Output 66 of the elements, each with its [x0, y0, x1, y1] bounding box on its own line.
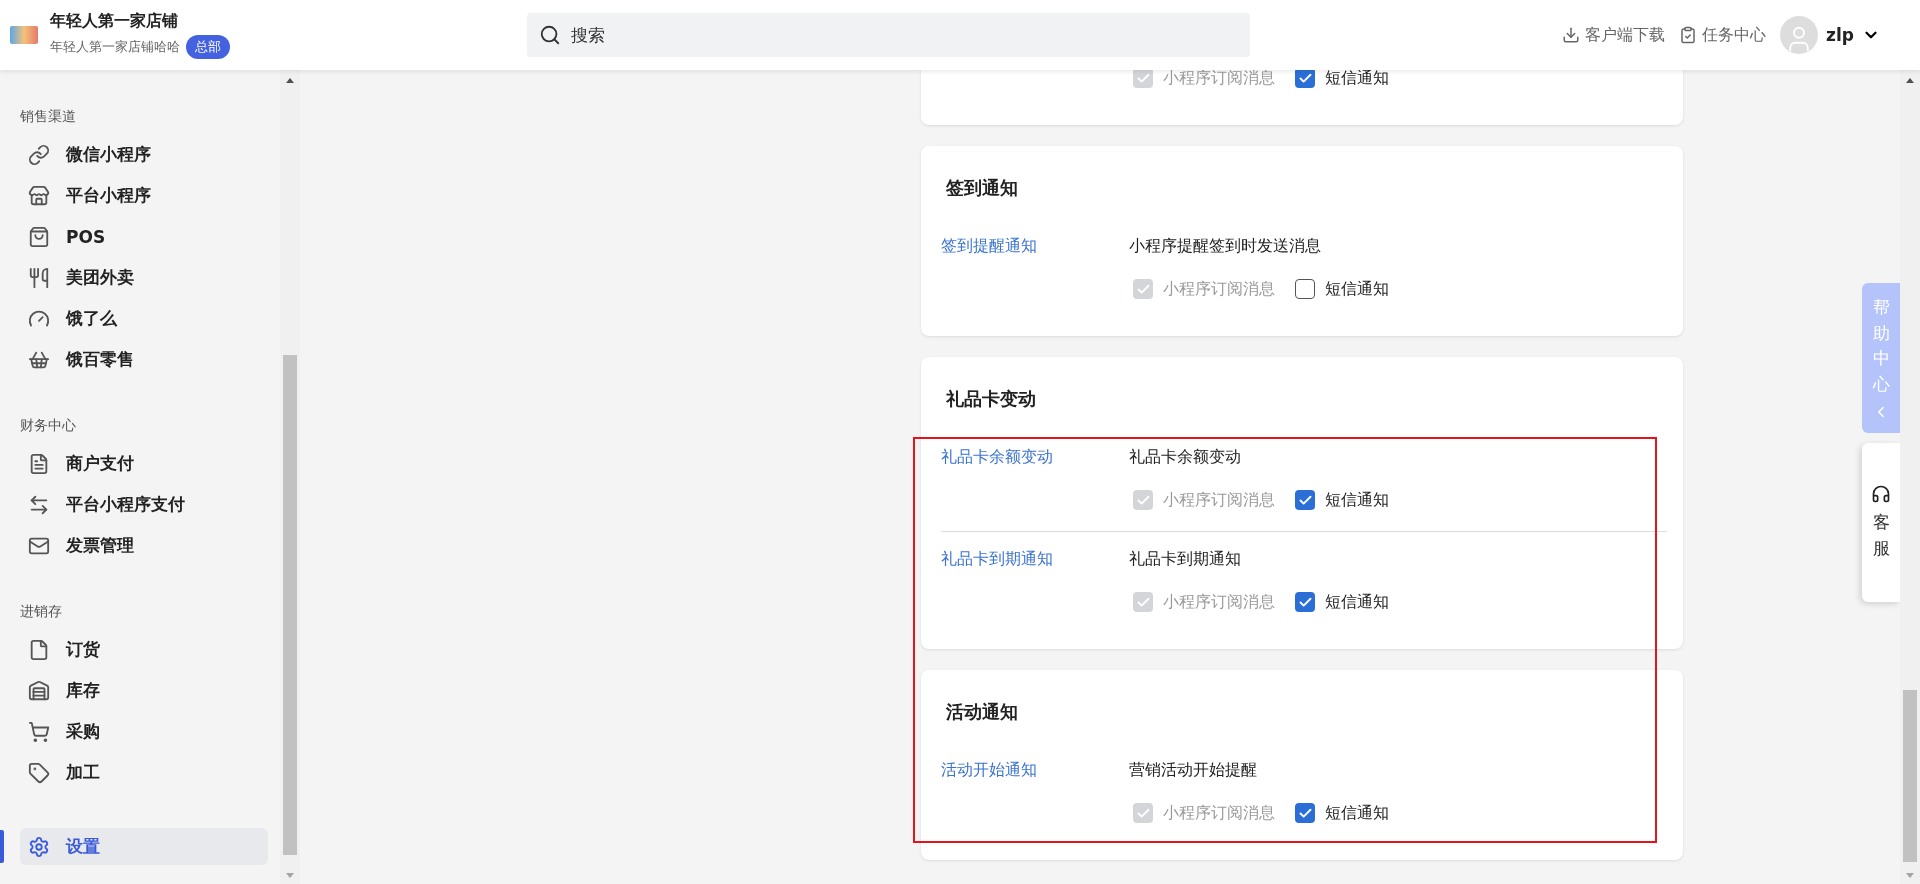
notification-name[interactable]: 签到提醒通知 [941, 235, 1129, 257]
user-menu[interactable]: zlp [1780, 16, 1880, 54]
document-icon [28, 452, 50, 475]
sidebar-item[interactable]: 饿百零售 [20, 341, 268, 378]
store-badge: 总部 [186, 35, 230, 59]
notification-description: 礼品卡余额变动 [1129, 446, 1241, 468]
sidebar-item[interactable]: 微信小程序 [20, 136, 268, 173]
sidebar-item[interactable]: 饿了么 [20, 300, 268, 337]
section-title: 销售渠道 [19, 107, 77, 126]
utensils-icon [28, 266, 50, 289]
header-link[interactable]: 客户端下载 [1562, 24, 1666, 46]
store-name: 年轻人第一家店铺 [50, 11, 179, 32]
selection-bar [0, 830, 4, 863]
notification-name[interactable]: 礼品卡到期通知 [941, 548, 1129, 570]
sidebar-item[interactable]: 商户支付 [20, 445, 268, 482]
notification-description: 营销活动开始提醒 [1129, 759, 1257, 781]
clipboard-check-icon [1679, 26, 1698, 44]
settings-icon [28, 835, 50, 858]
sidebar-item[interactable]: 发票管理 [20, 527, 268, 564]
checkbox[interactable] [1295, 70, 1315, 88]
shopping-bag-icon [28, 225, 50, 248]
header-link[interactable]: 任务中心 [1679, 24, 1767, 46]
file-icon [28, 638, 50, 661]
sidebar-item[interactable]: 加工 [20, 754, 268, 791]
store-subtitle: 年轻人第一家店铺哈哈 [50, 38, 180, 56]
search-field[interactable]: 搜索 [527, 13, 1250, 57]
store-icon [28, 184, 50, 207]
checkbox-option[interactable]: 短信通知 [1295, 802, 1389, 824]
checkbox[interactable] [1295, 803, 1315, 823]
warehouse-icon [28, 679, 50, 702]
service-tab[interactable]: 客服 [1862, 443, 1900, 602]
download-icon [1562, 26, 1581, 44]
checkbox-option[interactable]: 短信通知 [1295, 278, 1389, 300]
card-title: 礼品卡变动 [946, 387, 1037, 411]
notification-description: 小程序提醒签到时发送消息 [1129, 235, 1321, 257]
checkbox[interactable] [1295, 490, 1315, 510]
tag-icon [28, 761, 50, 784]
store-logo [10, 26, 38, 44]
sidebar-item[interactable]: 采购 [20, 713, 268, 750]
avatar [1780, 16, 1819, 54]
notification-name[interactable]: 活动开始通知 [941, 759, 1129, 781]
scrollbar[interactable] [280, 70, 300, 884]
section-title: 财务中心 [19, 416, 77, 435]
cart-icon [28, 720, 50, 743]
checkbox[interactable] [1295, 592, 1315, 612]
checkbox-option[interactable]: 短信通知 [1295, 591, 1389, 613]
link-icon [28, 143, 50, 166]
sidebar-item[interactable]: 库存 [20, 672, 268, 709]
arrows-icon [28, 493, 50, 516]
section-title: 进销存 [19, 602, 63, 621]
user-name: zlp [1826, 25, 1854, 45]
notification-name[interactable]: 礼品卡余额变动 [941, 446, 1129, 468]
card-title: 签到通知 [946, 176, 1019, 200]
sidebar-item[interactable]: 平台小程序支付 [20, 486, 268, 523]
sidebar-item[interactable]: 美团外卖 [20, 259, 268, 296]
scrollbar[interactable] [1900, 70, 1920, 884]
checkbox[interactable] [1295, 279, 1315, 299]
search-icon [539, 24, 561, 46]
headset-icon [1871, 484, 1891, 504]
card-title: 活动通知 [946, 700, 1019, 724]
sidebar-item[interactable]: 平台小程序 [20, 177, 268, 214]
sidebar-item[interactable]: 订货 [20, 631, 268, 668]
checkbox-option[interactable]: 短信通知 [1295, 70, 1389, 89]
notification-description: 礼品卡到期通知 [1129, 548, 1241, 570]
checkbox-option[interactable]: 短信通知 [1295, 489, 1389, 511]
sidebar-item[interactable]: POS [20, 218, 268, 255]
